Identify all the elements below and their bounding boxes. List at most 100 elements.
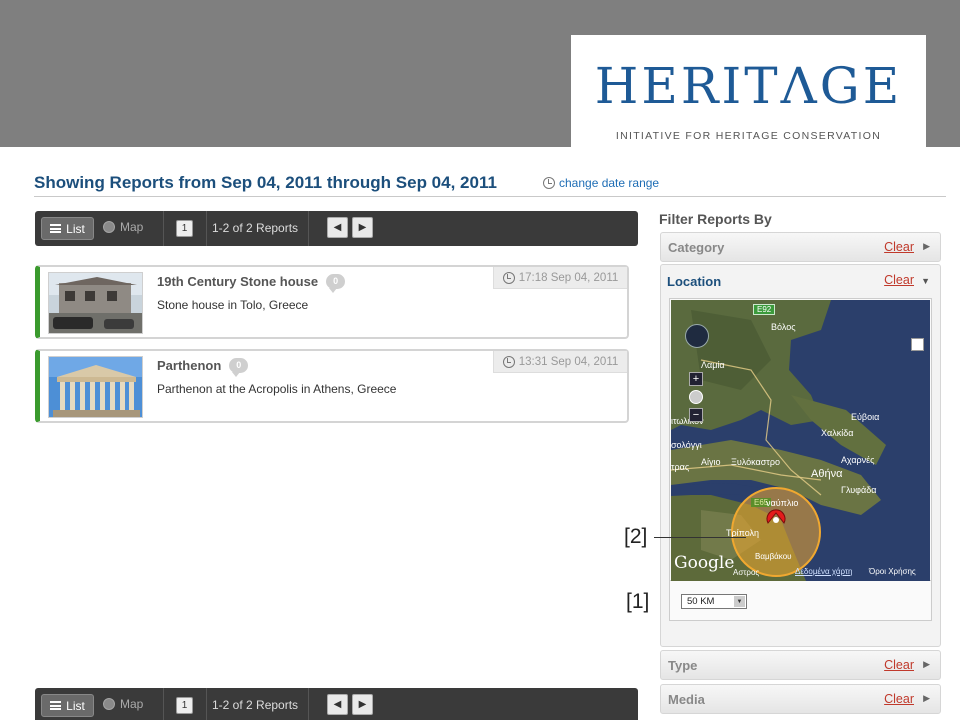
filter-type-label: Type xyxy=(668,658,698,673)
report-count: 1-2 of 2 Reports xyxy=(212,698,299,712)
callout-marker-label: [2] xyxy=(624,525,648,548)
map-view-label: Map xyxy=(120,697,144,711)
layers-icon[interactable] xyxy=(911,338,924,351)
map-label: Αθήνα xyxy=(811,468,843,480)
clock-icon xyxy=(543,177,555,189)
report-timestamp: 17:18 Sep 04, 2011 xyxy=(493,267,627,289)
chevron-right-icon: ▶ xyxy=(923,693,930,703)
report-title-text: Parthenon xyxy=(157,358,222,373)
map-label: Αστρος xyxy=(733,568,760,577)
filter-location-label[interactable]: Location xyxy=(667,274,721,289)
filter-type-clear-link[interactable]: Clear xyxy=(884,658,914,672)
report-count: 1-2 of 2 Reports xyxy=(212,221,299,235)
map-view-button[interactable]: Map xyxy=(103,220,143,234)
globe-icon xyxy=(103,698,115,710)
stone-house-photo xyxy=(49,273,142,333)
filter-type[interactable]: Type Clear ▶ xyxy=(660,650,941,680)
next-page-button[interactable]: ▶ xyxy=(352,694,373,715)
chevron-down-icon: ▼ xyxy=(734,596,745,607)
parthenon-photo xyxy=(49,357,142,417)
change-date-range-link[interactable]: change date range xyxy=(543,176,659,190)
prev-page-button[interactable]: ◀ xyxy=(327,217,348,238)
filter-media-label: Media xyxy=(668,692,705,707)
zoom-out-button[interactable]: − xyxy=(689,408,703,422)
report-item[interactable]: 19th Century Stone house 0 Stone house i… xyxy=(35,265,629,339)
radius-box: 50 KM ▼ xyxy=(669,581,932,621)
page-number-button[interactable]: 1 xyxy=(176,697,193,714)
map-label: Βόλος xyxy=(771,322,796,332)
toolbar-divider xyxy=(206,688,207,720)
clock-icon xyxy=(502,355,515,368)
map-label: Ξυλόκαστρο xyxy=(731,457,780,467)
toolbar-divider xyxy=(308,688,309,720)
prev-page-button[interactable]: ◀ xyxy=(327,694,348,715)
report-timestamp: 13:31 Sep 04, 2011 xyxy=(493,351,627,373)
chevron-right-icon: ▶ xyxy=(358,222,367,233)
report-description: Stone house in Tolo, Greece xyxy=(157,298,309,312)
filter-category[interactable]: Category Clear ▶ xyxy=(660,232,941,262)
logo-tagline: INITIATIVE FOR HERITAGE CONSERVATION xyxy=(615,130,882,142)
filter-category-label: Category xyxy=(668,240,725,255)
page-title: Showing Reports from Sep 04, 2011 throug… xyxy=(34,173,497,192)
heritage-logo: HERITΛGE INITIATIVE FOR HERITAGE CONSERV… xyxy=(571,35,926,147)
list-view-button[interactable]: List xyxy=(41,217,94,240)
comment-icon: 0 xyxy=(326,274,346,293)
toolbar-divider xyxy=(163,688,164,720)
map-label: Εύβοια xyxy=(851,412,880,422)
report-time-text: 17:18 Sep 04, 2011 xyxy=(518,271,619,284)
filter-media[interactable]: Media Clear ▶ xyxy=(660,684,941,714)
page-number-button[interactable]: 1 xyxy=(176,220,193,237)
toolbar-divider xyxy=(206,211,207,246)
map-data-link[interactable]: Δεδομένα χάρτη xyxy=(795,567,853,576)
filter-panel-title: Filter Reports By xyxy=(659,211,772,227)
callout-marker-line xyxy=(654,537,746,538)
callout-radius-label: [1] xyxy=(626,590,650,613)
list-view-label: List xyxy=(66,221,85,236)
filter-media-clear-link[interactable]: Clear xyxy=(884,692,914,706)
chevron-left-icon: ◀ xyxy=(333,699,342,710)
report-time-text: 13:31 Sep 04, 2011 xyxy=(518,355,619,368)
map-pan-control[interactable] xyxy=(685,324,709,348)
location-map-frame: E92 E65 Βόλος Λαμία Εύβοια Χαλκίδα Αχαρν… xyxy=(669,298,932,581)
zoom-in-button[interactable]: + xyxy=(689,372,703,386)
report-title-text: 19th Century Stone house xyxy=(157,274,319,289)
chevron-left-icon: ◀ xyxy=(333,222,342,233)
list-view-button[interactable]: List xyxy=(41,694,94,717)
report-thumbnail[interactable] xyxy=(48,356,143,418)
list-icon xyxy=(50,224,62,233)
map-label: Αχαρνές xyxy=(841,455,875,465)
map-label: Αίγιο xyxy=(701,457,721,467)
reports-toolbar-bottom: List Map 1 1-2 of 2 Reports ◀ ▶ xyxy=(35,688,638,720)
chevron-right-icon: ▶ xyxy=(923,241,930,251)
road-shield-e92: E92 xyxy=(753,304,776,315)
satellite-map xyxy=(671,300,930,581)
terms-link[interactable]: Όροι Χρήσης xyxy=(869,567,916,576)
report-title[interactable]: 19th Century Stone house 0 xyxy=(157,274,346,293)
map-label: Λαμία xyxy=(701,360,725,370)
map-view-button[interactable]: Map xyxy=(103,697,143,711)
reports-toolbar-top: List Map 1 1-2 of 2 Reports ◀ ▶ xyxy=(35,211,638,246)
clock-icon xyxy=(502,271,515,284)
map-view-label: Map xyxy=(120,220,144,234)
logo-wordmark: HERITΛGE xyxy=(594,57,903,115)
list-view-label: List xyxy=(66,698,85,713)
google-logo: Google xyxy=(674,553,735,573)
report-item[interactable]: Parthenon 0 Parthenon at the Acropolis i… xyxy=(35,349,629,423)
map-label: Γλυφάδα xyxy=(841,485,877,495)
globe-icon[interactable] xyxy=(689,390,703,404)
filter-location-clear-link[interactable]: Clear xyxy=(884,273,914,287)
radius-value: 50 KM xyxy=(687,596,715,607)
filter-location: Location Clear ▼ E92 E65 Βόλος Λαμία Εύβ… xyxy=(660,264,941,647)
chevron-right-icon: ▶ xyxy=(358,699,367,710)
report-thumbnail[interactable] xyxy=(48,272,143,334)
radius-select[interactable]: 50 KM ▼ xyxy=(681,594,747,609)
chevron-down-icon: ▼ xyxy=(921,276,930,286)
filter-category-clear-link[interactable]: Clear xyxy=(884,240,914,254)
chevron-right-icon: ▶ xyxy=(923,659,930,669)
location-map[interactable]: E92 E65 Βόλος Λαμία Εύβοια Χαλκίδα Αχαρν… xyxy=(671,300,930,581)
change-date-range-label: change date range xyxy=(559,176,660,190)
report-title[interactable]: Parthenon 0 xyxy=(157,358,249,377)
comment-icon: 0 xyxy=(229,358,249,377)
next-page-button[interactable]: ▶ xyxy=(352,217,373,238)
report-description: Parthenon at the Acropolis in Athens, Gr… xyxy=(157,382,397,396)
